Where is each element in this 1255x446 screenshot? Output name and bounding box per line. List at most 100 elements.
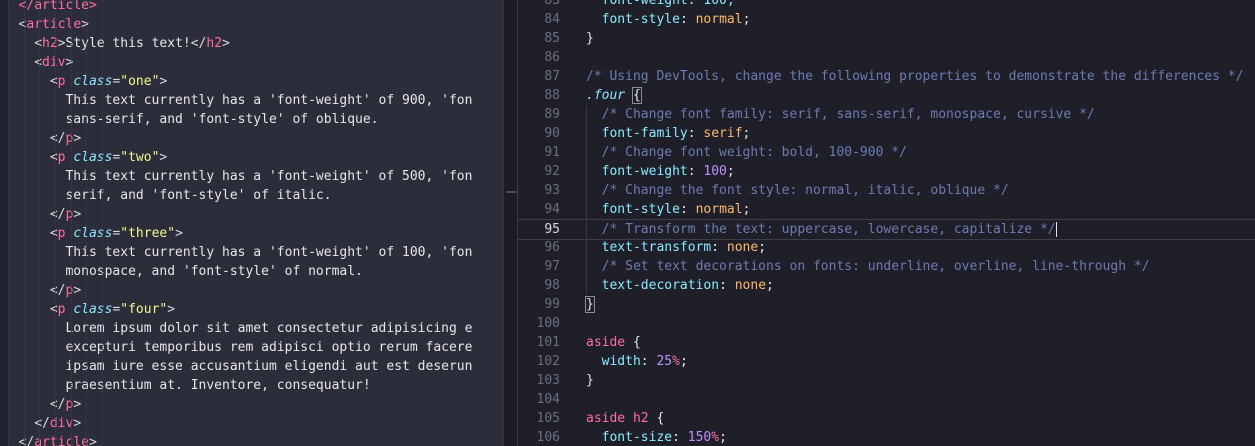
code-token: text-transform	[601, 240, 712, 255]
code-token: sans-serif, and 'font-style' of oblique.	[65, 112, 379, 127]
code-token: >	[73, 397, 82, 412]
html-code-line[interactable]: </p>	[8, 281, 517, 300]
code-token: >	[159, 150, 168, 165]
line-number: 90	[544, 126, 560, 141]
html-code-line[interactable]: excepturi temporibus rem adipisci optio …	[8, 338, 517, 357]
css-code-line[interactable]: 94 font-style: normal;	[518, 200, 1255, 219]
html-code-line[interactable]: This text currently has a 'font-weight' …	[8, 167, 517, 186]
css-code-line[interactable]: 83 font-weight: 100;	[518, 0, 1255, 10]
code-token: :	[640, 354, 657, 369]
css-code-line[interactable]: 88 .four {	[518, 86, 1255, 105]
code-token: >	[73, 207, 82, 222]
css-code-line[interactable]: 100	[518, 314, 1255, 333]
code-token: class	[73, 302, 113, 317]
html-code-line[interactable]: monospace, and 'font-style' of normal.	[8, 262, 517, 281]
css-code-line[interactable]: 96 text-transform: none;	[518, 238, 1255, 257]
code-token: </	[190, 36, 207, 51]
css-code-line[interactable]: 85}	[518, 29, 1255, 48]
line-number: 100	[536, 316, 560, 331]
css-code-line[interactable]: 93 /* Change the font style: normal, ita…	[518, 181, 1255, 200]
css-code-line[interactable]: 98 text-decoration: none;	[518, 276, 1255, 295]
html-code-line[interactable]: Lorem ipsum dolor sit amet consectetur a…	[8, 319, 517, 338]
html-code-line[interactable]: <p class="three">	[8, 224, 517, 243]
css-code-line[interactable]: 91 /* Change font weight: bold, 100-900 …	[518, 143, 1255, 162]
code-token: "four"	[120, 302, 168, 317]
css-editor-pane[interactable]: 83 font-weight: 100; 84 font-style: norma…	[517, 0, 1255, 446]
code-token: >	[73, 416, 82, 431]
code-token: {	[648, 411, 665, 426]
code-token: <	[49, 302, 58, 317]
css-code-line[interactable]: 101 aside {	[518, 333, 1255, 352]
code-token: class	[73, 226, 113, 241]
html-code-line[interactable]: </article>	[8, 433, 517, 446]
html-code-line[interactable]: <p class="four">	[8, 300, 517, 319]
code-token: /* Change the font style: normal, italic…	[586, 183, 1009, 198]
line-number: 85	[544, 31, 560, 46]
css-code-line[interactable]: 102 width: 25%;	[518, 352, 1255, 371]
html-code-line[interactable]: sans-serif, and 'font-style' of oblique.	[8, 110, 517, 129]
line-number: 87	[544, 69, 560, 84]
code-token: >	[81, 17, 89, 32]
html-code-line[interactable]: <article>	[8, 15, 517, 34]
code-token: >	[65, 55, 74, 70]
code-token: >	[73, 283, 82, 298]
line-number: 104	[536, 392, 560, 407]
css-code-line[interactable]: 97 /* Set text decorations on fonts: und…	[518, 257, 1255, 276]
line-number: 99	[544, 297, 560, 312]
html-code-line[interactable]: </p>	[8, 395, 517, 414]
vertical-scrollbar[interactable]	[503, 0, 517, 446]
code-token: ;	[742, 202, 751, 217]
code-token: h2	[206, 36, 223, 51]
code-token: %	[711, 430, 720, 445]
html-code-line[interactable]: <div>	[8, 53, 517, 72]
css-code-line[interactable]: 106 font-size: 150%;	[518, 428, 1255, 446]
html-code-line[interactable]: This text currently has a 'font-weight' …	[8, 243, 517, 262]
text-cursor	[1055, 222, 1057, 237]
html-code-line[interactable]: <h2>Style this text!</h2>	[8, 34, 517, 53]
css-code-line[interactable]: 104	[518, 390, 1255, 409]
html-code-line[interactable]: </div>	[8, 414, 517, 433]
code-token: excepturi temporibus rem adipisci optio …	[65, 340, 473, 355]
code-token: ;	[726, 164, 735, 179]
html-code-line[interactable]: </article>	[8, 0, 517, 15]
html-editor-pane[interactable]: </article> <article> <h2>Style this text!<…	[0, 0, 517, 446]
code-token: :	[719, 278, 735, 293]
html-code-line[interactable]: praesentium at. Inventore, consequatur!	[8, 376, 517, 395]
css-code-line[interactable]: 87 /* Using DevTools, change the followin…	[518, 67, 1255, 86]
css-code-line[interactable]: 86	[518, 48, 1255, 67]
active-code-line[interactable]: 95 /* Transform the text: uppercase, low…	[518, 219, 1255, 240]
line-number: 98	[544, 278, 560, 293]
css-code-line[interactable]: 103}	[518, 371, 1255, 390]
code-token: }	[586, 31, 594, 46]
css-code-line[interactable]: 84 font-style: normal;	[518, 10, 1255, 29]
html-code-line[interactable]: </p>	[8, 129, 517, 148]
code-token: "three"	[120, 226, 176, 241]
code-token: This text currently has a 'font-weight' …	[65, 169, 473, 184]
code-token: normal	[695, 12, 743, 27]
html-code-line[interactable]: serif, and 'font-style' of italic.	[8, 186, 517, 205]
code-token: Style this text!	[65, 36, 191, 51]
css-code-line[interactable]: 105 aside h2 {	[518, 409, 1255, 428]
code-token: none	[734, 278, 767, 293]
html-code-line[interactable]: <p class="two">	[8, 148, 517, 167]
html-code-line[interactable]: <p class="one">	[8, 72, 517, 91]
css-code-line[interactable]: 90 font-family: serif;	[518, 124, 1255, 143]
line-number: 92	[544, 164, 560, 179]
html-code-line[interactable]: </p>	[8, 205, 517, 224]
html-code-line[interactable]: This text currently has a 'font-weight' …	[8, 91, 517, 110]
css-code-line[interactable]: 89 /* Change font family: serif, sans-se…	[518, 105, 1255, 124]
code-token: <	[34, 36, 43, 51]
css-code-line[interactable]: 92 font-weight: 100;	[518, 162, 1255, 181]
css-code-line[interactable]: 99}	[518, 295, 1255, 314]
code-token: text-decoration	[601, 278, 720, 293]
code-token: %	[672, 354, 680, 369]
code-token: This text currently has a 'font-weight' …	[65, 93, 473, 108]
line-number: 94	[544, 202, 560, 217]
html-code-line[interactable]: ipsam iure esse accusantium eligendi aut…	[8, 357, 517, 376]
scroll-marker	[506, 191, 516, 193]
